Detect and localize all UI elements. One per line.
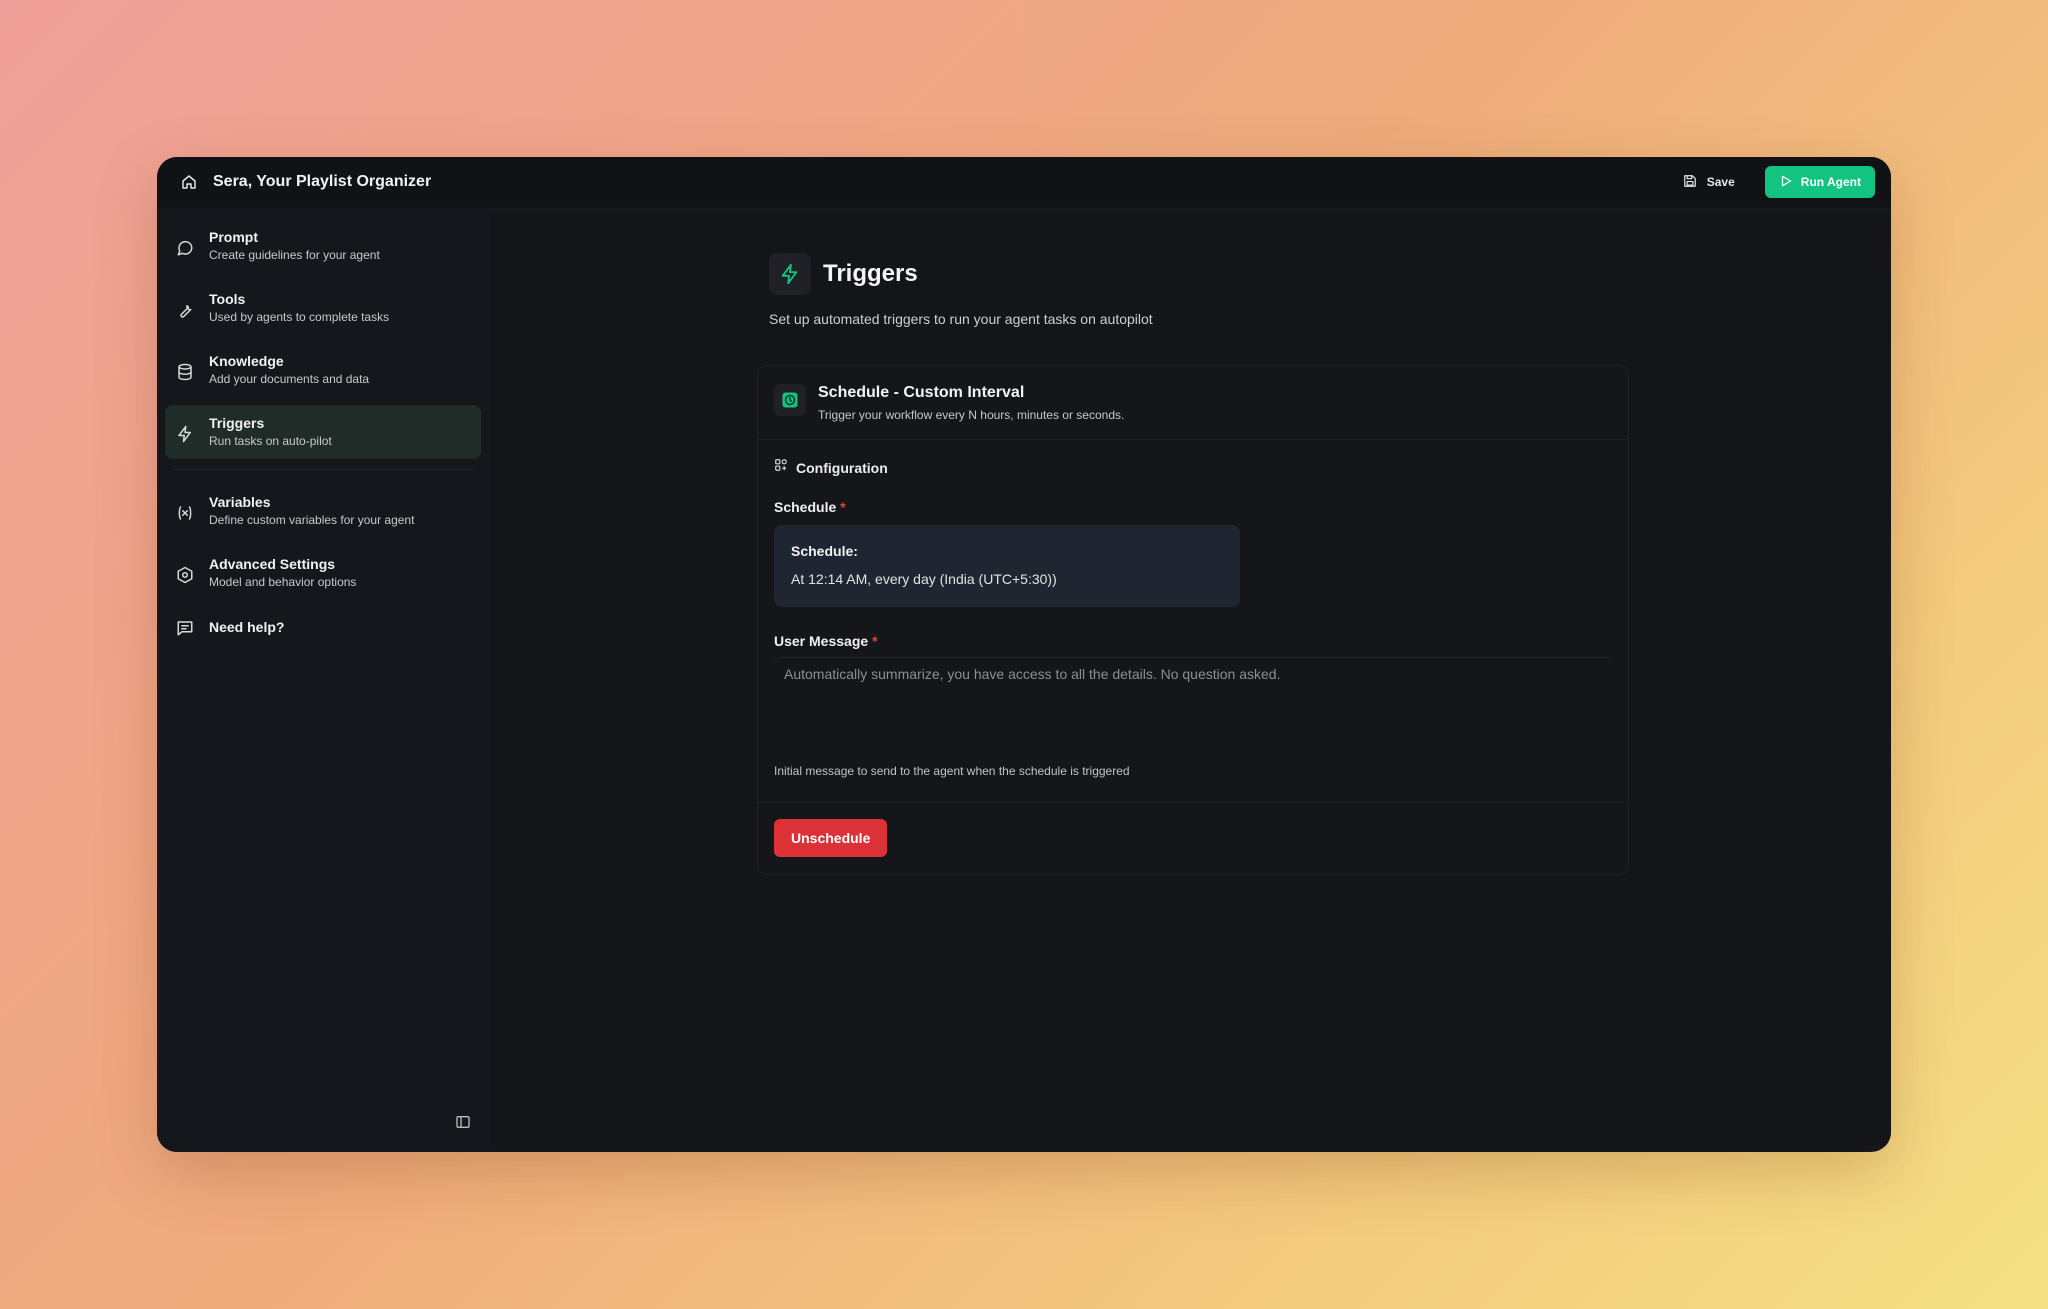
sidebar-item-label: Need help? <box>209 619 285 635</box>
main-panel: Triggers Set up automated triggers to ru… <box>489 213 1891 1146</box>
agent-title: Sera, Your Playlist Organizer <box>213 173 432 190</box>
hexagon-settings-icon <box>175 565 195 585</box>
trigger-card: Schedule - Custom Interval Trigger your … <box>757 365 1629 875</box>
sidebar-item-prompt[interactable]: Prompt Create guidelines for your agent <box>165 219 481 273</box>
run-agent-button[interactable]: Run Agent <box>1764 166 1875 198</box>
sidebar-item-description: Add your documents and data <box>209 372 370 386</box>
sidebar-item-advanced-settings[interactable]: Advanced Settings Model and behavior opt… <box>165 546 481 600</box>
clock-icon <box>774 384 806 416</box>
sidebar-divider <box>173 469 473 470</box>
trigger-subtitle: Trigger your workflow every N hours, min… <box>818 408 1125 422</box>
sidebar-item-need-help[interactable]: Need help? <box>165 608 481 648</box>
sidebar-item-description: Used by agents to complete tasks <box>209 310 390 324</box>
sidebar-item-label: Tools <box>209 291 246 307</box>
user-message-input[interactable] <box>774 657 1612 755</box>
top-bar: Sera, Your Playlist Organizer Save Run A… <box>157 157 1891 207</box>
schedule-heading: Schedule: <box>791 543 858 559</box>
sidebar-collapse-icon[interactable] <box>455 1114 473 1132</box>
app-window: Sera, Your Playlist Organizer Save Run A… <box>157 157 1891 1152</box>
unschedule-button[interactable]: Unschedule <box>774 819 888 857</box>
sidebar-item-description: Define custom variables for your agent <box>209 513 415 527</box>
trigger-card-header: Schedule - Custom Interval Trigger your … <box>758 366 1628 440</box>
wrench-icon <box>175 300 195 320</box>
page-header: Triggers Set up automated triggers to ru… <box>769 253 1153 327</box>
schedule-value: At 12:14 AM, every day (India (UTC+5:30)… <box>791 571 1057 587</box>
save-button[interactable]: Save <box>1669 166 1749 198</box>
configuration-section-header: Configuration <box>758 440 1628 477</box>
sidebar-item-label: Variables <box>209 494 271 510</box>
play-icon <box>1779 174 1793 191</box>
configuration-label: Configuration <box>796 459 888 476</box>
sidebar-item-description: Run tasks on auto-pilot <box>209 434 332 448</box>
sidebar-item-triggers[interactable]: Triggers Run tasks on auto-pilot <box>165 405 481 459</box>
required-mark: * <box>840 499 846 515</box>
sidebar-item-label: Triggers <box>209 415 265 431</box>
grid-settings-icon <box>774 458 788 477</box>
floppy-disk-icon <box>1683 174 1697 191</box>
message-square-icon <box>175 618 195 638</box>
page-title: Triggers <box>823 260 918 287</box>
user-message-label-text: User Message <box>774 633 869 649</box>
sidebar: Prompt Create guidelines for your agent … <box>157 207 489 1152</box>
lightning-icon <box>769 253 811 295</box>
run-agent-label: Run Agent <box>1800 175 1861 189</box>
save-label: Save <box>1706 175 1735 189</box>
sidebar-item-label: Knowledge <box>209 353 284 369</box>
trigger-card-footer: Unschedule <box>758 802 1628 874</box>
schedule-picker[interactable]: Schedule: At 12:14 AM, every day (India … <box>774 525 1240 607</box>
user-message-help: Initial message to send to the agent whe… <box>774 764 1130 778</box>
required-mark: * <box>872 633 878 649</box>
sidebar-item-variables[interactable]: Variables Define custom variables for yo… <box>165 484 481 538</box>
sidebar-item-tools[interactable]: Tools Used by agents to complete tasks <box>165 281 481 335</box>
page-subtitle: Set up automated triggers to run your ag… <box>769 311 1153 327</box>
database-icon <box>175 362 195 382</box>
sidebar-item-description: Model and behavior options <box>209 575 357 589</box>
schedule-label-text: Schedule <box>774 499 837 515</box>
schedule-field-label: Schedule * <box>758 499 1628 515</box>
sidebar-item-knowledge[interactable]: Knowledge Add your documents and data <box>165 343 481 397</box>
lightning-icon <box>175 424 195 444</box>
sidebar-item-description: Create guidelines for your agent <box>209 248 380 262</box>
trigger-title: Schedule - Custom Interval <box>818 384 1025 401</box>
home-icon[interactable] <box>179 172 199 192</box>
variable-icon <box>175 503 195 523</box>
chat-bubble-icon <box>175 238 195 258</box>
user-message-field-label: User Message * <box>758 633 1628 649</box>
sidebar-item-label: Prompt <box>209 229 258 245</box>
sidebar-item-label: Advanced Settings <box>209 556 336 572</box>
